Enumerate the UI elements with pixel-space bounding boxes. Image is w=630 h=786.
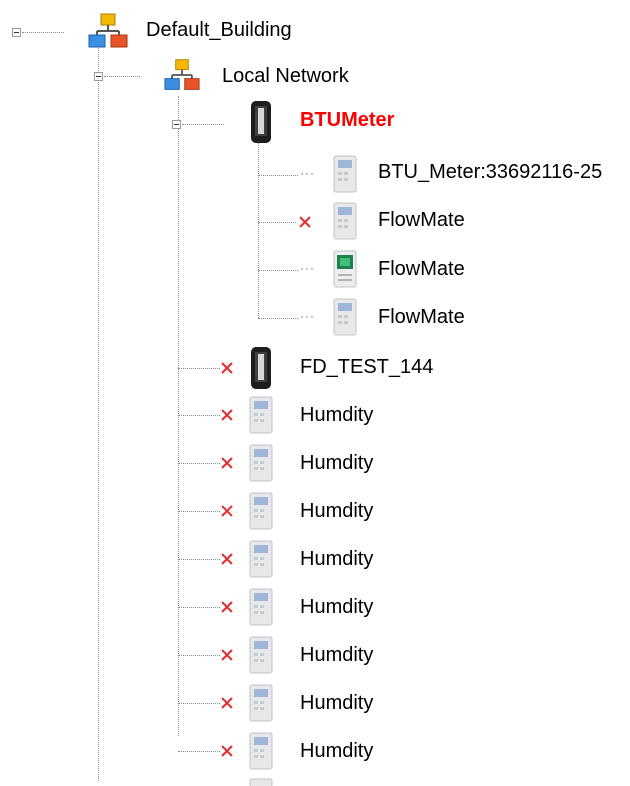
sensor-device-icon xyxy=(249,444,273,482)
tree-connector xyxy=(178,751,220,752)
offline-x-icon xyxy=(221,697,233,709)
sensor-device-icon xyxy=(333,298,357,336)
tree-node-label-btumeter[interactable]: BTUMeter xyxy=(300,108,394,132)
tree-node-label[interactable]: Humdity xyxy=(300,595,373,619)
meter-device-icon xyxy=(251,347,271,389)
offline-x-icon xyxy=(221,505,233,517)
tree-connector xyxy=(178,607,220,608)
tree-connector xyxy=(258,270,298,271)
status-dots: ··· xyxy=(300,166,315,180)
network-icon xyxy=(164,59,200,90)
offline-x-icon xyxy=(221,601,233,613)
sensor-device-icon xyxy=(249,540,273,578)
tree-node-label-root[interactable]: Default_Building xyxy=(146,18,292,42)
tree-connector xyxy=(178,511,220,512)
display-device-icon xyxy=(333,250,357,288)
offline-x-icon xyxy=(221,362,233,374)
tree-node-label[interactable]: BTU_Meter:33692116-25 xyxy=(378,160,602,184)
collapse-toggle-root[interactable] xyxy=(12,28,21,37)
tree-node-label[interactable]: FlowMate xyxy=(378,257,465,281)
tree-node-label[interactable]: Humdity xyxy=(300,403,373,427)
sensor-device-icon xyxy=(249,588,273,626)
sensor-device-icon xyxy=(249,778,273,786)
tree-node-label[interactable]: Humdity xyxy=(300,691,373,715)
tree-connector xyxy=(178,415,220,416)
meter-device-icon xyxy=(251,101,271,143)
tree-connector xyxy=(258,318,298,319)
collapse-toggle-network[interactable] xyxy=(94,72,103,81)
tree-connector xyxy=(178,368,220,369)
tree-node-label[interactable]: Humdity xyxy=(300,643,373,667)
tree-connector xyxy=(178,559,220,560)
offline-x-icon xyxy=(221,409,233,421)
sensor-device-icon xyxy=(333,155,357,193)
tree-connector xyxy=(22,32,64,33)
sensor-device-icon xyxy=(249,732,273,770)
tree-connector xyxy=(178,655,220,656)
offline-x-icon xyxy=(221,457,233,469)
offline-x-icon xyxy=(221,745,233,757)
tree-connector xyxy=(178,463,220,464)
tree-connector xyxy=(104,76,140,77)
tree-connector xyxy=(178,703,220,704)
tree-node-label[interactable]: FlowMate xyxy=(378,208,465,232)
tree-node-label[interactable]: FlowMate xyxy=(378,305,465,329)
tree-node-label[interactable]: FD_TEST_144 xyxy=(300,355,433,379)
sensor-device-icon xyxy=(333,202,357,240)
tree-connector xyxy=(258,222,296,223)
tree-connector xyxy=(182,124,224,125)
offline-x-icon xyxy=(221,553,233,565)
tree-line-btumeter xyxy=(178,96,179,736)
collapse-toggle-btumeter[interactable] xyxy=(172,120,181,129)
offline-x-icon xyxy=(299,216,311,228)
offline-x-icon xyxy=(221,649,233,661)
tree-line-btumeter-children xyxy=(258,142,259,318)
sensor-device-icon xyxy=(249,684,273,722)
sensor-device-icon xyxy=(249,636,273,674)
network-icon xyxy=(88,13,128,48)
tree-node-label[interactable]: Humdity xyxy=(300,547,373,571)
tree-node-label[interactable]: Humdity xyxy=(300,451,373,475)
status-dots: ··· xyxy=(300,309,315,323)
tree-node-label[interactable]: Humdity xyxy=(300,739,373,763)
tree-node-label[interactable]: Humdity xyxy=(300,499,373,523)
status-dots: ··· xyxy=(300,261,315,275)
sensor-device-icon xyxy=(249,492,273,530)
tree-node-label-network[interactable]: Local Network xyxy=(222,64,349,88)
tree-connector xyxy=(258,175,298,176)
sensor-device-icon xyxy=(249,396,273,434)
tree-line-network xyxy=(98,42,99,781)
